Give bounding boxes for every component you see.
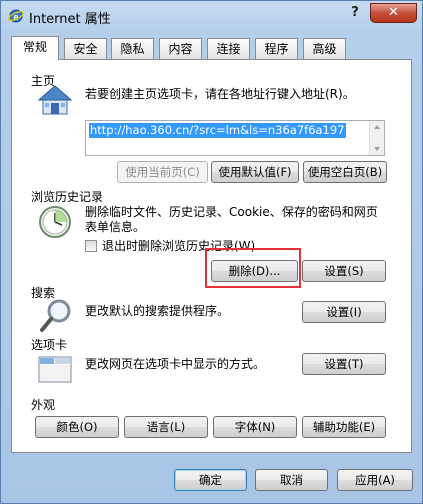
clock-icon — [37, 204, 73, 243]
history-settings-button[interactable]: 设置(S) — [302, 260, 386, 282]
tab-privacy[interactable]: 隐私 — [111, 38, 154, 59]
tab-general[interactable]: 常规 — [11, 36, 59, 60]
accessibility-button[interactable]: 辅助功能(E) — [302, 416, 386, 438]
title-bar: e Internet 属性 ? ✕ — [1, 1, 422, 31]
homepage-url-text: http://hao.360.cn/?src=lm&ls=n36a7f6a197 — [89, 123, 346, 138]
tab-connections[interactable]: 连接 — [207, 38, 250, 59]
tabs-section-title: 选项卡 — [31, 338, 68, 352]
house-icon — [37, 84, 73, 119]
tabbed-window-icon — [38, 353, 72, 386]
search-settings-button[interactable]: 设置(I) — [302, 301, 386, 323]
colors-button[interactable]: 颜色(O) — [35, 416, 119, 438]
tabs-description: 更改网页在选项卡中显示的方式。 — [85, 357, 266, 371]
appearance-section-title: 外观 — [31, 398, 56, 412]
window-title: Internet 属性 — [29, 12, 111, 27]
history-section-title: 浏览历史记录 — [31, 190, 104, 204]
homepage-url-field[interactable]: http://hao.360.cn/?src=lm&ls=n36a7f6a197 — [85, 120, 385, 156]
tab-content[interactable]: 内容 — [159, 38, 202, 59]
languages-button[interactable]: 语言(L) — [124, 416, 208, 438]
homepage-description: 若要创建主页选项卡，请在各地址行键入地址(R)。 — [85, 87, 355, 101]
help-button[interactable]: ? — [345, 5, 365, 23]
history-description-line2: 表单信息。 — [85, 220, 146, 234]
use-default-button[interactable]: 使用默认值(F) — [211, 161, 299, 183]
history-description-line1: 删除临时文件、历史记录、Cookie、保存的密码和网页 — [85, 205, 378, 219]
internet-options-window: e Internet 属性 ? ✕ 常规 安全 隐私 内容 连接 程序 高级 主… — [0, 0, 423, 504]
use-current-button[interactable]: 使用当前页(C) — [117, 161, 208, 183]
delete-on-exit-checkbox[interactable] — [85, 240, 97, 252]
magnifier-icon — [39, 298, 73, 337]
fonts-button[interactable]: 字体(N) — [213, 416, 297, 438]
internet-explorer-icon: e — [7, 8, 25, 24]
homepage-scrollbar[interactable] — [369, 121, 384, 155]
tab-security[interactable]: 安全 — [64, 38, 107, 59]
apply-button[interactable]: 应用(A) — [337, 469, 413, 491]
use-blank-button[interactable]: 使用空白页(B) — [303, 161, 387, 183]
scroll-arrows-icon — [374, 125, 380, 151]
search-description: 更改默认的搜索提供程序。 — [85, 304, 230, 318]
tab-advanced[interactable]: 高级 — [303, 38, 346, 59]
tabs-settings-button[interactable]: 设置(T) — [302, 353, 386, 375]
delete-button-highlight — [205, 248, 301, 288]
cancel-button[interactable]: 取消 — [255, 469, 328, 491]
ok-button[interactable]: 确定 — [174, 469, 247, 491]
tab-programs[interactable]: 程序 — [255, 38, 298, 59]
close-button[interactable]: ✕ — [370, 3, 417, 23]
